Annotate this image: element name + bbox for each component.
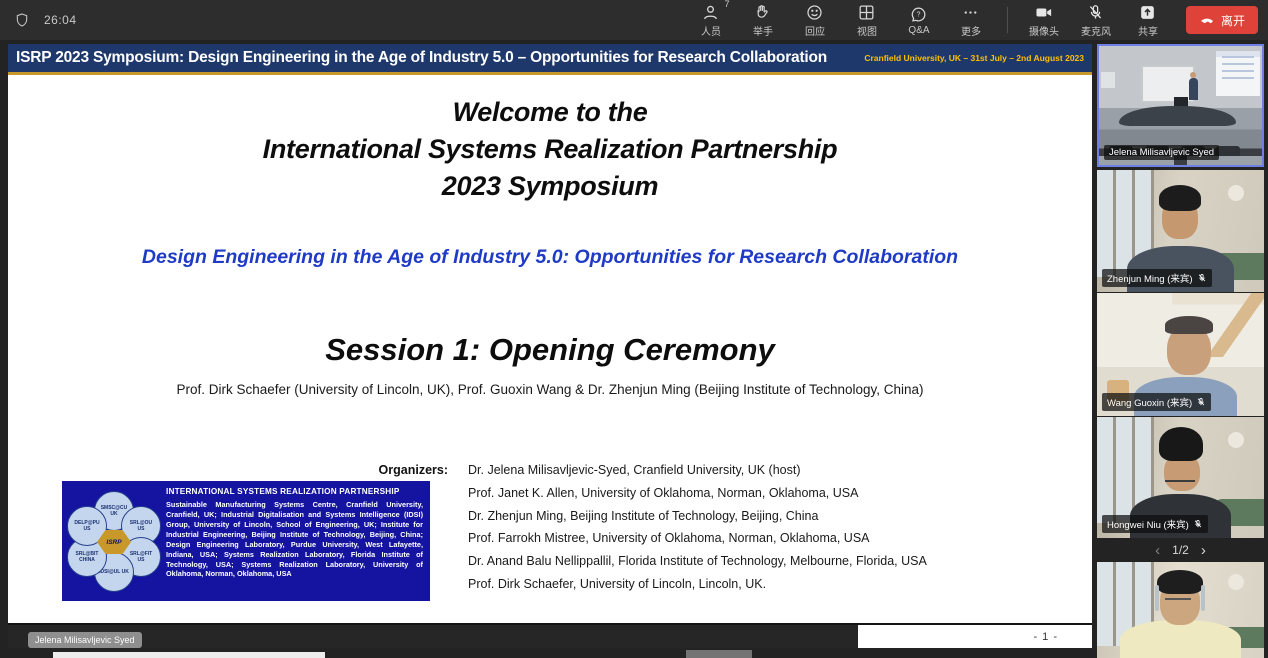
- raise-hand-icon: [753, 2, 772, 22]
- pager-prev-icon[interactable]: ‹: [1155, 543, 1160, 558]
- tile-name-text: Hongwei Niu (来宾): [1107, 517, 1189, 531]
- shield-icon: [14, 12, 30, 28]
- raise-hand-label: 举手: [753, 23, 773, 38]
- participants-icon: 7: [701, 2, 720, 22]
- smiley-icon: [805, 2, 824, 22]
- organizer-item: Prof. Janet K. Allen, University of Okla…: [468, 482, 927, 505]
- phone-down-icon: [1199, 14, 1215, 26]
- organizer-item: Prof. Farrokh Mistree, University of Okl…: [468, 527, 927, 550]
- camera-label: 摄像头: [1029, 23, 1059, 38]
- participants-button[interactable]: 7 人员: [687, 0, 735, 40]
- session-speakers: Prof. Dirk Schaefer (University of Linco…: [8, 382, 1092, 397]
- organizers-label: Organizers:: [8, 463, 448, 477]
- slide-header-title: ISRP 2023 Symposium: Design Engineering …: [8, 49, 827, 67]
- session-title: Session 1: Opening Ceremony: [8, 332, 1092, 368]
- organizer-item: Dr. Anand Balu Nellippallil, Florida Ins…: [468, 550, 927, 573]
- more-button[interactable]: 更多: [947, 0, 995, 40]
- logo-title: INTERNATIONAL SYSTEMS REALIZATION PARTNE…: [166, 487, 423, 496]
- pager-next-icon[interactable]: ›: [1201, 543, 1206, 558]
- meeting-timer: 26:04: [44, 13, 77, 27]
- participants-count-badge: 7: [724, 0, 729, 9]
- organizer-item: Dr. Jelena Milisavljevic-Syed, Cranfield…: [468, 459, 927, 482]
- video-tile-guoxin[interactable]: Wang Guoxin (来宾): [1097, 293, 1264, 416]
- mic-off-icon: [1197, 273, 1207, 283]
- video-tile-jelena[interactable]: Jelena Milisavljevic Syed: [1097, 44, 1264, 167]
- tile-name-label: Jelena Milisavljevic Syed: [1104, 145, 1219, 160]
- tile-name-text: Wang Guoxin (来宾): [1107, 395, 1192, 409]
- mic-off-icon: [1086, 2, 1105, 22]
- slide-title: Welcome to the International Systems Rea…: [8, 94, 1092, 205]
- camera-button[interactable]: 摄像头: [1020, 0, 1068, 40]
- participants-label: 人员: [701, 23, 721, 38]
- microphone-label: 麦克风: [1081, 23, 1111, 38]
- shared-slide: ISRP 2023 Symposium: Design Engineering …: [8, 44, 1092, 648]
- slide-title-line1: Welcome to the: [8, 94, 1092, 131]
- logo-body: Sustainable Manufacturing Systems Centre…: [166, 500, 423, 579]
- tile-name-text: Zhenjun Ming (来宾): [1107, 271, 1193, 285]
- share-label: 共享: [1138, 23, 1158, 38]
- meeting-window: 26:04 7 人员 举手: [0, 0, 1268, 658]
- tile-name-label: Zhenjun Ming (来宾): [1102, 269, 1212, 287]
- meeting-toolbar: 26:04 7 人员 举手: [0, 0, 1268, 40]
- page-number: - 1 -: [1033, 631, 1058, 643]
- leave-label: 离开: [1221, 12, 1245, 29]
- raise-hand-button[interactable]: 举手: [739, 0, 787, 40]
- view-button[interactable]: 视图: [843, 0, 891, 40]
- tile-name-label: Wang Guoxin (来宾): [1102, 393, 1211, 411]
- qa-button[interactable]: ? Q&A: [895, 0, 943, 40]
- qa-bubble-icon: ?: [909, 4, 928, 24]
- ellipsis-icon: [961, 2, 980, 22]
- video-tile-zhenjun[interactable]: Zhenjun Ming (来宾): [1097, 170, 1264, 292]
- pager-page-indicator: 1/2: [1172, 543, 1189, 557]
- svg-text:?: ?: [917, 10, 921, 18]
- microphone-button[interactable]: 麦克风: [1072, 0, 1120, 40]
- gold-rule: [8, 72, 1092, 75]
- grid-view-icon: [857, 2, 876, 22]
- isrp-logo-cluster: SMSC@CU UK SRL@OU US SRL@FIT US IDSI@UL …: [66, 485, 162, 597]
- background-window-strip: [686, 650, 752, 658]
- tile-name-text: Jelena Milisavljevic Syed: [1109, 147, 1214, 158]
- video-tile-partial[interactable]: [1097, 562, 1264, 658]
- mic-off-icon: [1196, 397, 1206, 407]
- camera-icon: [1034, 2, 1054, 22]
- slide-header-venue: Cranfield University, UK – 31st July – 2…: [864, 53, 1092, 63]
- filmstrip-pager: ‹ 1/2 ›: [1097, 538, 1264, 562]
- video-feed: [1097, 562, 1264, 658]
- organizers-list: Dr. Jelena Milisavljevic-Syed, Cranfield…: [468, 459, 927, 596]
- share-button[interactable]: 共享: [1124, 0, 1172, 40]
- reactions-label: 回应: [805, 23, 825, 38]
- background-window-strip: [53, 652, 325, 658]
- leave-meeting-button[interactable]: 离开: [1186, 6, 1258, 34]
- presenter-name-tag: Jelena Milisavljevic Syed: [28, 632, 142, 648]
- mic-off-icon: [1193, 519, 1203, 529]
- slide-header-bar: ISRP 2023 Symposium: Design Engineering …: [8, 44, 1092, 72]
- tile-name-label: Hongwei Niu (来宾): [1102, 515, 1208, 533]
- organizer-item: Dr. Zhenjun Ming, Beijing Institute of T…: [468, 505, 927, 528]
- slide-title-line3: 2023 Symposium: [8, 168, 1092, 205]
- organizer-item: Prof. Dirk Schaefer, University of Linco…: [468, 573, 927, 596]
- video-filmstrip: Jelena Milisavljevic Syed Zhenjun Ming (…: [1097, 44, 1264, 658]
- toolbar-divider: [1007, 7, 1008, 33]
- reactions-button[interactable]: 回应: [791, 0, 839, 40]
- qa-label: Q&A: [908, 25, 929, 36]
- share-screen-icon: [1138, 2, 1157, 22]
- slide-title-line2: International Systems Realization Partne…: [8, 131, 1092, 168]
- slide-subtitle: Design Engineering in the Age of Industr…: [8, 246, 1092, 269]
- view-label: 视图: [857, 23, 877, 38]
- video-tile-hongwei[interactable]: Hongwei Niu (来宾): [1097, 417, 1264, 538]
- more-label: 更多: [961, 23, 981, 38]
- isrp-logo: SMSC@CU UK SRL@OU US SRL@FIT US IDSI@UL …: [62, 481, 430, 601]
